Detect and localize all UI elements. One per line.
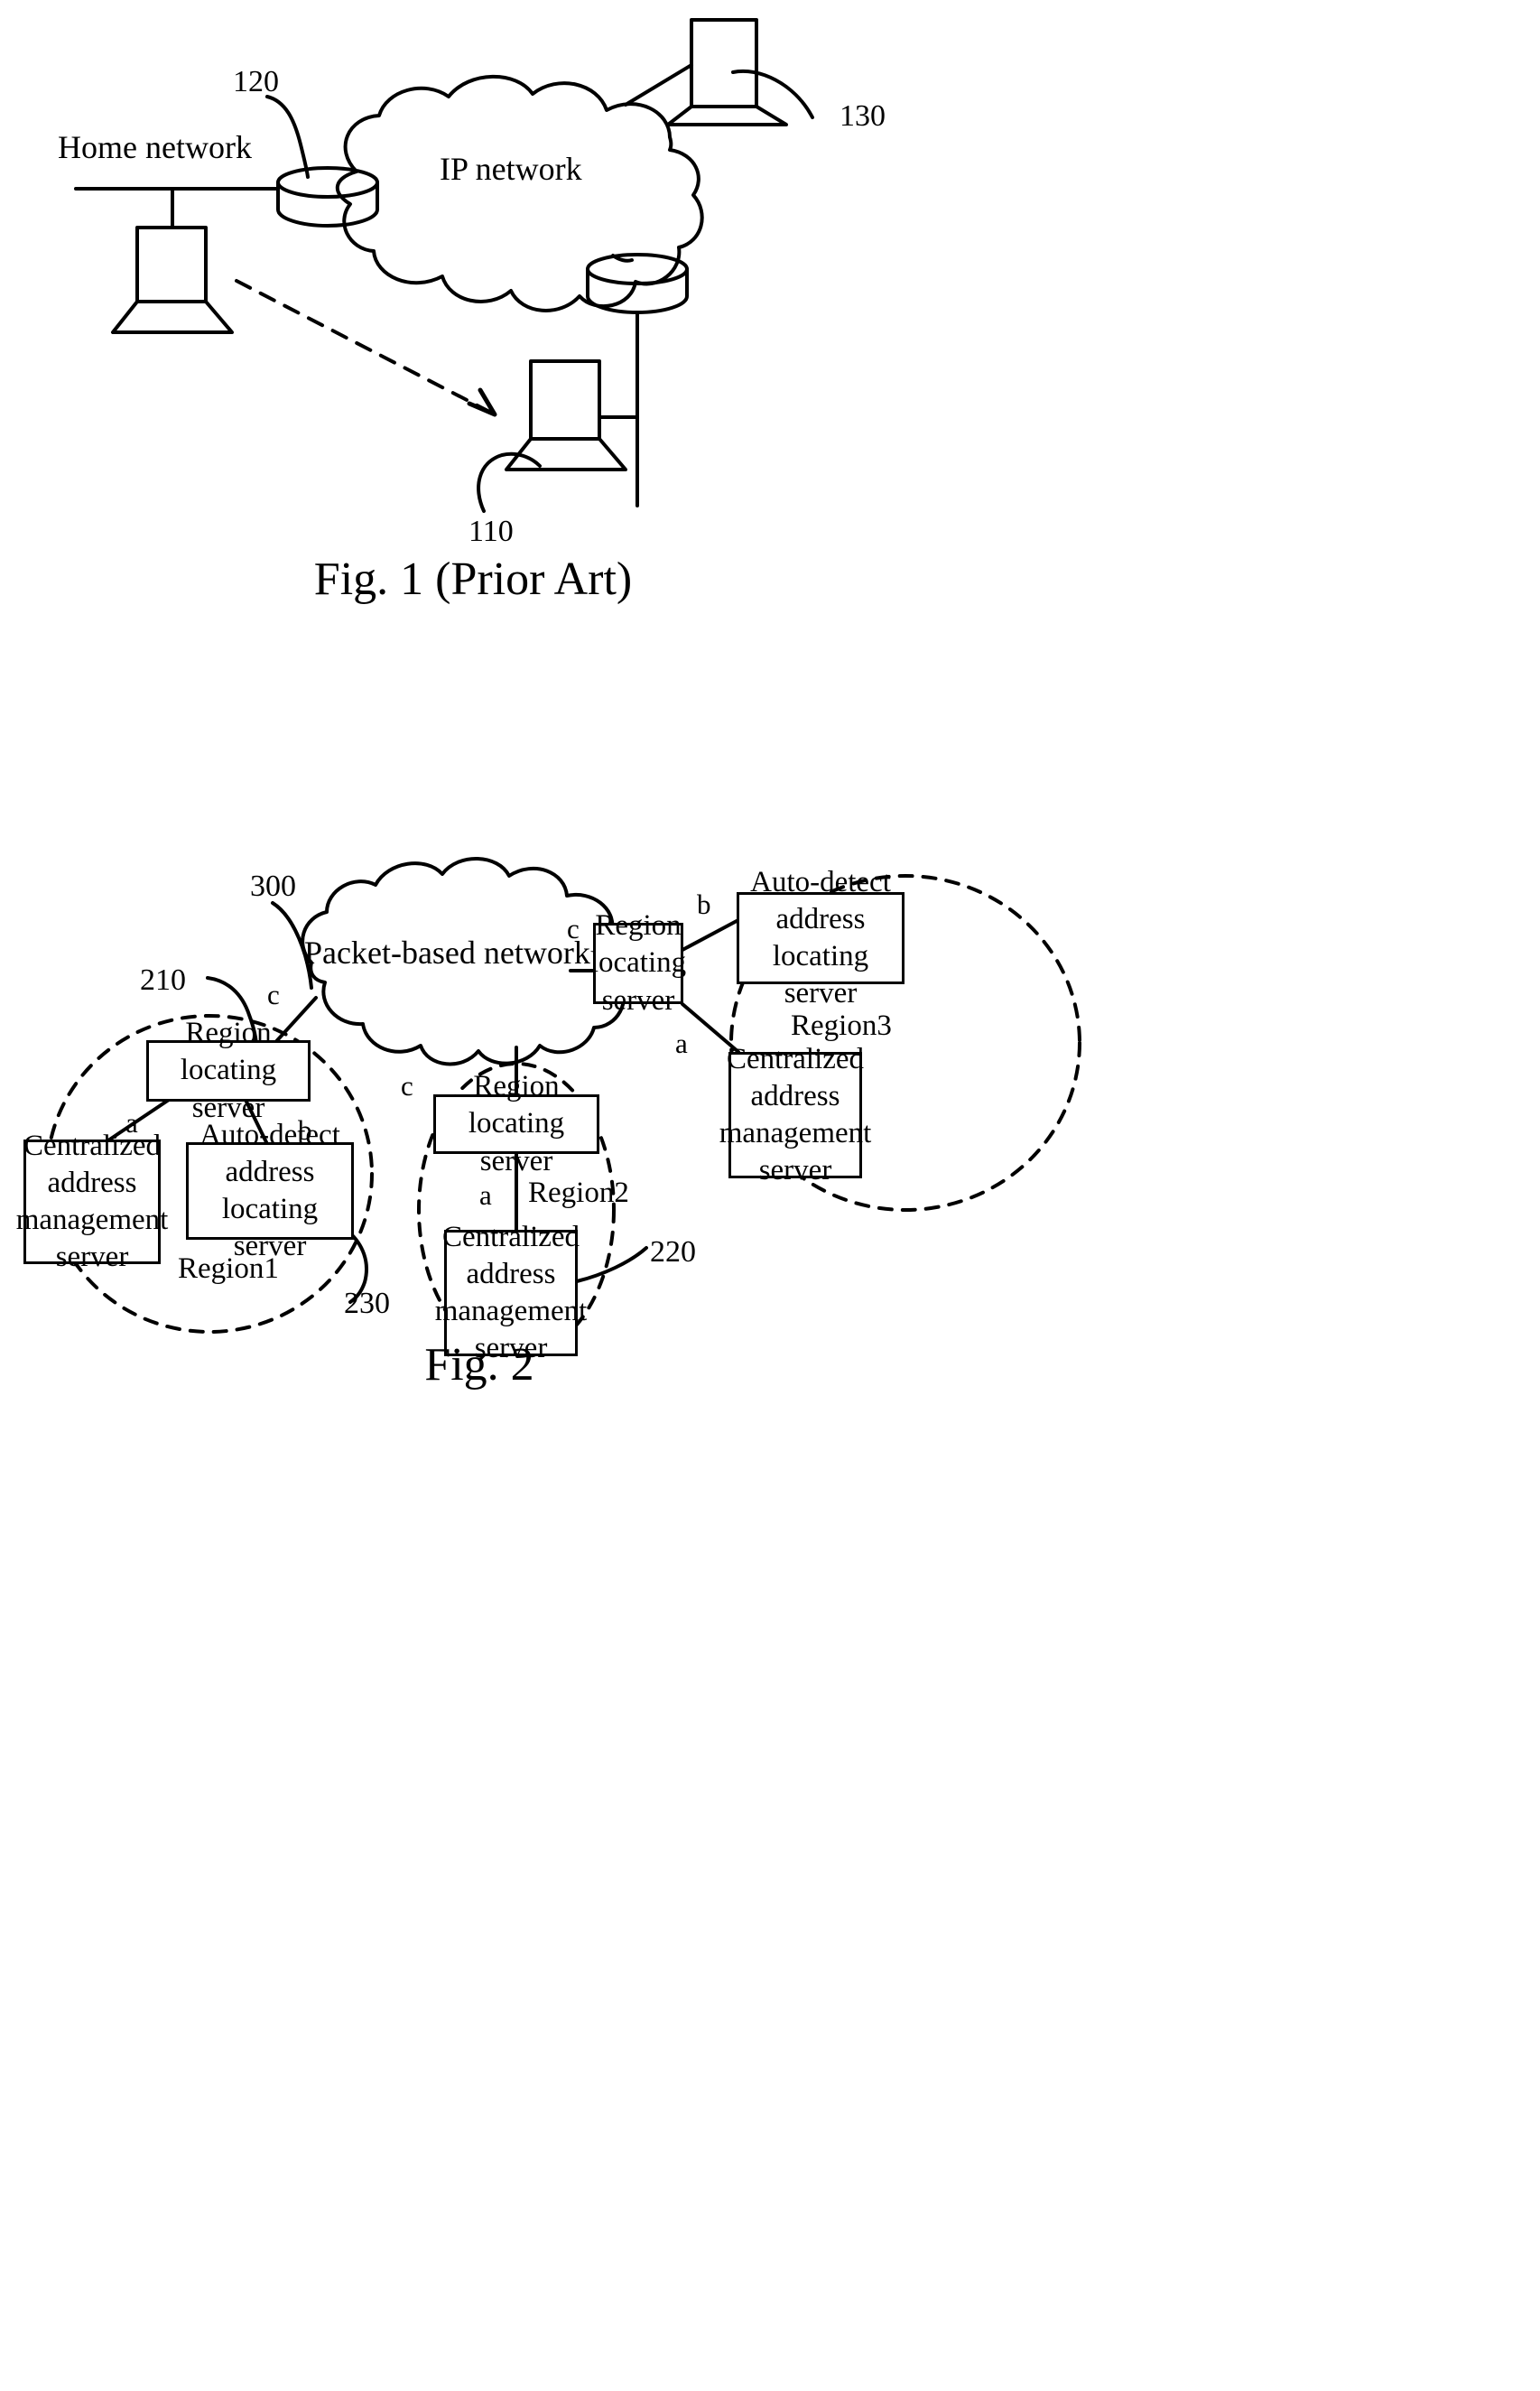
r1-auto-detect-address-locating-server[interactable]: Auto-detect address locating server [186,1119,354,1262]
r2-region-locating-server[interactable]: Region locating server [433,1070,599,1177]
cloud-to-terminal-130 [624,63,693,107]
patent-figure-sheet: 120 Home network IP network 130 110 Fig.… [0,0,1540,2391]
lead-line-130 [731,69,814,119]
ref-300: 300 [250,870,296,903]
r1-centralized-address-management-server[interactable]: Centralized address management server [16,1130,169,1274]
r3-conn-a-label: a [675,1028,688,1059]
r3-conn-b-label: b [697,888,711,920]
ip-network-cloud-icon [335,74,704,312]
r3-auto-detect-address-locating-server-label: Auto-detect address locating server [750,865,891,1010]
ref-220: 220 [650,1235,696,1269]
ref-110: 110 [468,515,514,548]
r3-centralized-address-management-server-label: Centralized address management server [719,1042,872,1187]
router-left-icon [276,166,379,228]
ref-120: 120 [233,65,279,98]
figure1-caption: Fig. 1 (Prior Art) [313,554,633,605]
r1-conn-b-label: b [298,1114,312,1146]
ref-230: 230 [344,1287,390,1320]
dashed-arrow-icon [235,279,497,417]
ref-210: 210 [140,963,186,997]
r1-auto-detect-address-locating-server-label: Auto-detect address locating server [199,1118,340,1263]
lead-line-120 [265,95,310,179]
r3-conn-b-line [681,919,738,952]
r1-region-locating-server-label: Region locating server [180,1017,277,1124]
region2-label: Region2 [528,1177,629,1209]
r2-centralized-address-management-server[interactable]: Centralized address management server [435,1221,588,1365]
r3-centralized-address-management-server[interactable]: Centralized address management server [719,1043,872,1187]
r3-region-locating-server[interactable]: Region locating server [590,909,686,1017]
lead-line-220 [575,1246,648,1283]
router-right-icon [586,253,689,314]
r3-conn-c-label: c [567,913,580,944]
region1-label: Region1 [178,1252,279,1285]
terminal-home-icon [111,226,234,334]
ip-network-label: IP network [440,151,582,187]
r2-conn-c-label: c [401,1070,413,1102]
home-network-label: Home network [58,129,252,165]
packet-network-label: Packet-based network [304,935,590,971]
terminal-remote-icon [666,18,788,126]
figure2-caption: Fig. 2 [424,1339,534,1391]
r1-centralized-address-management-server-label: Centralized address management server [15,1129,169,1274]
r1-conn-a-label: a [125,1107,138,1139]
r2-region-locating-server-label: Region locating server [468,1070,565,1177]
r1-region-locating-server[interactable]: Region locating server [146,1017,311,1124]
region3-label: Region3 [791,1009,892,1042]
r2-conn-a-label: a [479,1179,492,1211]
lead-line-110 [477,451,542,513]
ref-130: 130 [840,99,886,133]
r1-conn-c-label: c [267,979,280,1010]
r3-region-locating-server-label: Region locating server [589,909,687,1017]
r3-auto-detect-address-locating-server[interactable]: Auto-detect address locating server [737,866,905,1009]
